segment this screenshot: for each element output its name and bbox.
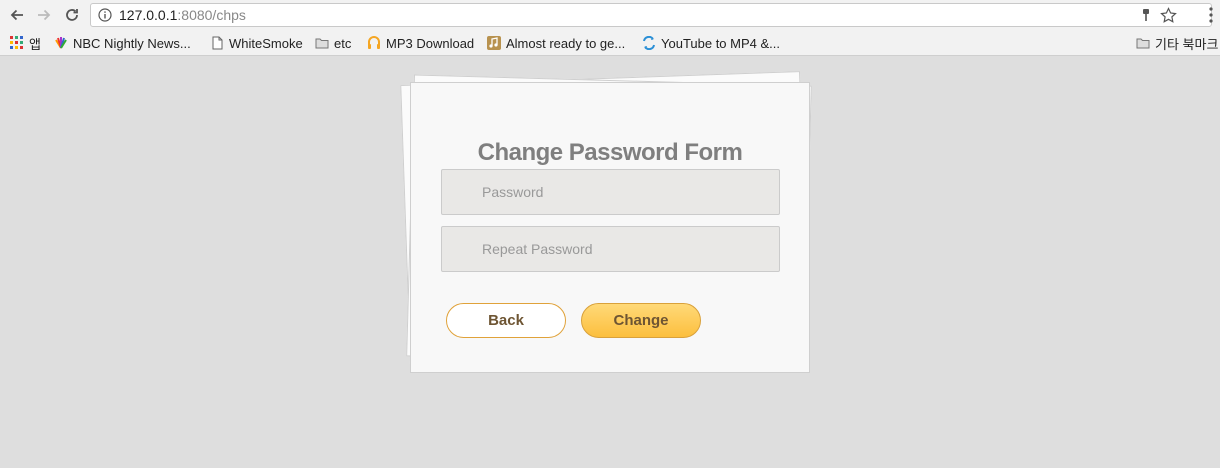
bookmark-mp3[interactable]: MP3 Download xyxy=(367,35,474,51)
apps-grid-icon xyxy=(10,36,23,49)
bookmark-whitesmoke[interactable]: WhiteSmoke xyxy=(210,35,303,51)
change-password-card: Change Password Form Back Change xyxy=(410,82,810,373)
bookmark-label: 기타 북마크 xyxy=(1155,36,1219,52)
page-icon xyxy=(212,36,223,50)
back-button[interactable]: Back xyxy=(446,303,566,338)
bookmark-label: etc xyxy=(334,35,352,51)
bookmark-other[interactable]: 기타 북마크 xyxy=(1136,35,1219,52)
bookmark-youtube-mp4[interactable]: YouTube to MP4 &... xyxy=(642,35,780,51)
forward-arrow-icon[interactable] xyxy=(33,4,55,26)
bookmark-label: WhiteSmoke xyxy=(229,35,303,51)
bookmark-label: NBC Nightly News... xyxy=(73,35,191,51)
bookmark-label: Almost ready to ge... xyxy=(506,35,626,51)
change-button[interactable]: Change xyxy=(581,303,701,338)
bookmark-apps[interactable]: 앱 xyxy=(10,35,41,52)
bookmark-nbc[interactable]: NBC Nightly News... xyxy=(54,35,191,51)
bookmark-label: MP3 Download xyxy=(386,35,475,51)
bookmark-star-icon[interactable] xyxy=(1160,7,1177,24)
bookmark-etc[interactable]: etc xyxy=(315,35,351,51)
bookmark-label: YouTube to MP4 &... xyxy=(661,35,780,51)
convert-icon xyxy=(643,36,655,50)
form-title: Change Password Form xyxy=(477,139,743,166)
menu-dots-icon[interactable] xyxy=(1208,7,1214,23)
password-field[interactable] xyxy=(441,169,780,215)
url-text[interactable]: 127.0.0.1:8080/chps xyxy=(119,8,246,23)
url-host: 127.0.0.1 xyxy=(119,7,178,23)
repeat-password-field[interactable] xyxy=(441,226,780,272)
reload-icon[interactable] xyxy=(61,4,83,26)
browser-toolbar: 127.0.0.1:8080/chps xyxy=(0,0,1220,30)
back-arrow-icon[interactable] xyxy=(6,4,28,26)
folder-icon xyxy=(315,38,329,49)
info-icon[interactable] xyxy=(98,8,112,22)
mp3-icon xyxy=(368,36,380,49)
folder-icon xyxy=(1136,38,1150,49)
bookmarks-bar: 앱 NBC Nightly News... WhiteSmoke etc MP3… xyxy=(0,30,1220,56)
music-icon xyxy=(487,36,501,50)
bookmark-label: 앱 xyxy=(29,36,41,52)
page-content: Change Password Form Back Change xyxy=(0,56,1220,468)
address-bar[interactable]: 127.0.0.1:8080/chps xyxy=(90,3,1212,27)
bookmark-almost-ready[interactable]: Almost ready to ge... xyxy=(487,35,625,51)
url-path: :8080/chps xyxy=(177,7,246,23)
key-icon[interactable] xyxy=(1139,8,1153,22)
nbc-peacock-icon xyxy=(55,37,67,49)
